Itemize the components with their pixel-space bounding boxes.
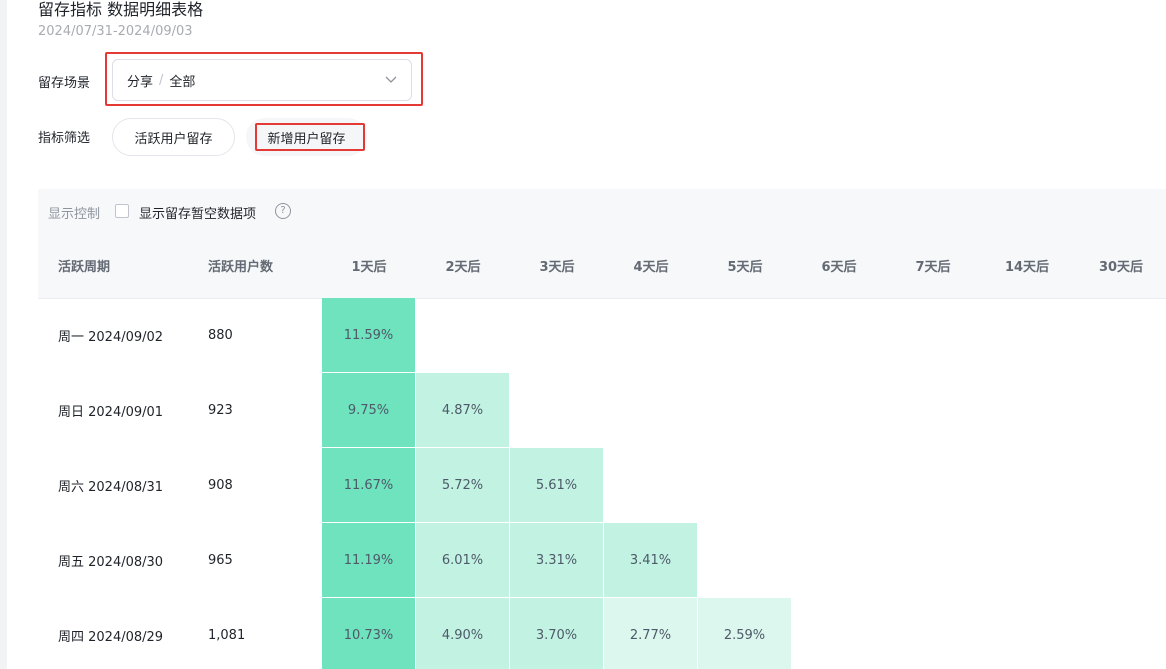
retention-cell: 3.70% xyxy=(510,598,604,669)
table-row: 周六 2024/08/31 908 11.67% 5.72% 5.61% xyxy=(38,448,1166,523)
column-header: 1天后 xyxy=(351,260,387,275)
retention-cell: 11.59% xyxy=(322,298,416,373)
table-row: 周四 2024/08/29 1,081 10.73% 4.90% 3.70% 2… xyxy=(38,598,1166,669)
table-row: 周一 2024/09/02 880 11.59% xyxy=(38,298,1166,373)
column-header: 14天后 xyxy=(1004,260,1050,275)
retention-cell: 3.41% xyxy=(604,523,698,598)
retention-cell: 11.19% xyxy=(322,523,416,598)
column-header: 活跃周期 xyxy=(58,260,111,275)
help-icon[interactable]: ? xyxy=(275,203,291,219)
retention-cell: 2.59% xyxy=(698,598,792,669)
retention-table: 显示控制 显示留存暂空数据项 ? 活跃周期 活跃用户数 1天后 2天后 3天后 … xyxy=(38,189,1166,669)
row-period: 周四 2024/08/29 xyxy=(58,630,164,645)
column-header: 3天后 xyxy=(539,260,575,275)
retention-cell: 5.72% xyxy=(416,448,510,523)
retention-cell: 4.87% xyxy=(416,373,510,448)
metric-filter-label: 指标筛选 xyxy=(38,131,91,146)
retention-cell: 10.73% xyxy=(322,598,416,669)
scene-select[interactable]: 分享 / 全部 xyxy=(112,59,412,101)
column-header: 活跃用户数 xyxy=(208,260,274,275)
page-title: 留存指标 数据明细表格 xyxy=(38,0,204,19)
column-header: 2天后 xyxy=(445,260,481,275)
row-users: 880 xyxy=(208,328,233,343)
scene-level-1: 分享 xyxy=(127,74,154,90)
retention-cell: 6.01% xyxy=(416,523,510,598)
retention-cell: 11.67% xyxy=(322,448,416,523)
display-toolbar: 显示控制 显示留存暂空数据项 ? xyxy=(38,189,1166,233)
show-empty-label[interactable]: 显示留存暂空数据项 xyxy=(139,203,256,222)
scene-label: 留存场景 xyxy=(38,76,91,91)
row-users: 908 xyxy=(208,478,233,493)
display-control-label: 显示控制 xyxy=(48,207,101,222)
row-period: 周六 2024/08/31 xyxy=(58,480,164,495)
retention-cell: 4.90% xyxy=(416,598,510,669)
left-sidebar-edge xyxy=(0,0,7,669)
column-header: 6天后 xyxy=(821,260,857,275)
row-period: 周五 2024/08/30 xyxy=(58,555,164,570)
row-period: 周日 2024/09/01 xyxy=(58,405,164,420)
table-row: 周五 2024/08/30 965 11.19% 6.01% 3.31% 3.4… xyxy=(38,523,1166,598)
retention-cell: 9.75% xyxy=(322,373,416,448)
metric-option-new-users[interactable]: 新增用户留存 xyxy=(246,118,367,156)
retention-cell: 3.31% xyxy=(510,523,604,598)
column-header: 30天后 xyxy=(1098,260,1144,275)
row-users: 965 xyxy=(208,553,233,568)
scene-level-2: 全部 xyxy=(169,74,196,90)
row-users: 1,081 xyxy=(208,628,246,643)
table-header: 活跃周期 活跃用户数 1天后 2天后 3天后 4天后 5天后 6天后 7天后 1… xyxy=(38,233,1166,299)
table-row: 周日 2024/09/01 923 9.75% 4.87% xyxy=(38,373,1166,448)
show-empty-checkbox[interactable] xyxy=(115,204,129,218)
scene-separator: / xyxy=(159,72,164,88)
column-header: 7天后 xyxy=(915,260,951,275)
column-header: 5天后 xyxy=(727,260,763,275)
chevron-down-icon xyxy=(385,73,397,87)
retention-cell: 5.61% xyxy=(510,448,604,523)
column-header: 4天后 xyxy=(633,260,669,275)
date-range: 2024/07/31-2024/09/03 xyxy=(38,24,193,39)
row-period: 周一 2024/09/02 xyxy=(58,330,164,345)
row-users: 923 xyxy=(208,403,233,418)
metric-option-active-users[interactable]: 活跃用户留存 xyxy=(112,118,235,156)
retention-cell: 2.77% xyxy=(604,598,698,669)
